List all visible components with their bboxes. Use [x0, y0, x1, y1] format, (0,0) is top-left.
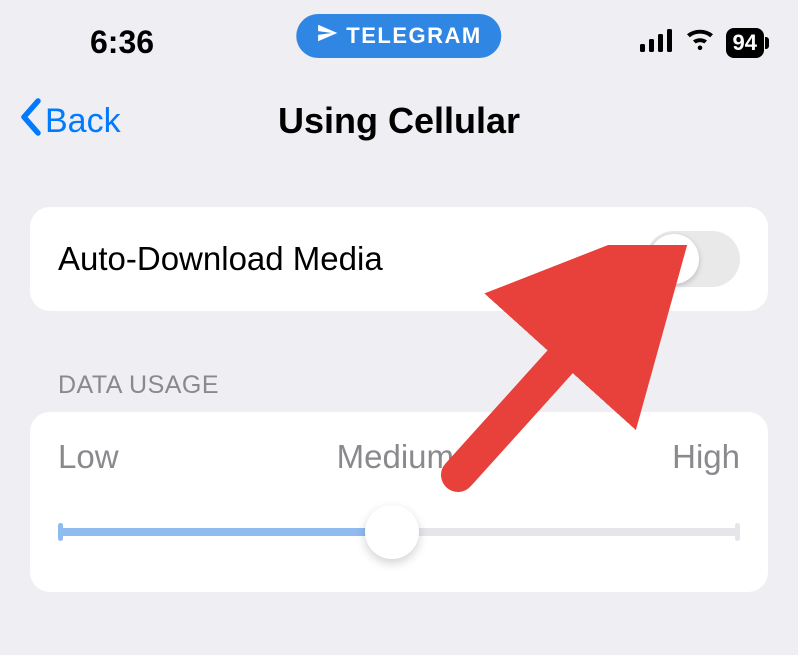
slider-label-medium: Medium — [337, 438, 454, 476]
status-time: 6:36 — [90, 24, 154, 61]
data-usage-card: Low Medium High — [30, 412, 768, 592]
battery-indicator: 94 — [726, 28, 764, 58]
status-right: 94 — [640, 28, 764, 58]
slider-tick-right — [735, 523, 740, 541]
status-bar: 6:36 TELEGRAM 94 — [0, 0, 798, 70]
slider-label-low: Low — [58, 438, 119, 476]
slider-fill — [58, 528, 392, 536]
slider-labels: Low Medium High — [58, 438, 740, 476]
auto-download-group: Auto-Download Media — [30, 207, 768, 311]
data-usage-header: DATA USAGE — [58, 371, 740, 400]
back-button[interactable]: Back — [18, 97, 121, 146]
auto-download-label: Auto-Download Media — [58, 240, 383, 278]
cellular-signal-icon — [640, 28, 674, 57]
battery-percent: 94 — [733, 30, 757, 55]
auto-download-toggle[interactable] — [646, 231, 740, 287]
back-chevron-icon — [18, 97, 42, 146]
paper-plane-icon — [316, 22, 338, 50]
page-title: Using Cellular — [278, 100, 520, 142]
slider-tick-left — [58, 523, 63, 541]
auto-download-row: Auto-Download Media — [30, 207, 768, 311]
slider-label-high: High — [672, 438, 740, 476]
back-label: Back — [45, 102, 121, 141]
navigation-bar: Back Using Cellular — [0, 70, 798, 187]
data-usage-slider[interactable] — [58, 512, 740, 552]
slider-thumb[interactable] — [365, 505, 419, 559]
app-pill-label: TELEGRAM — [346, 23, 481, 49]
toggle-knob — [649, 234, 699, 284]
app-pill[interactable]: TELEGRAM — [296, 14, 501, 58]
wifi-icon — [684, 28, 716, 57]
